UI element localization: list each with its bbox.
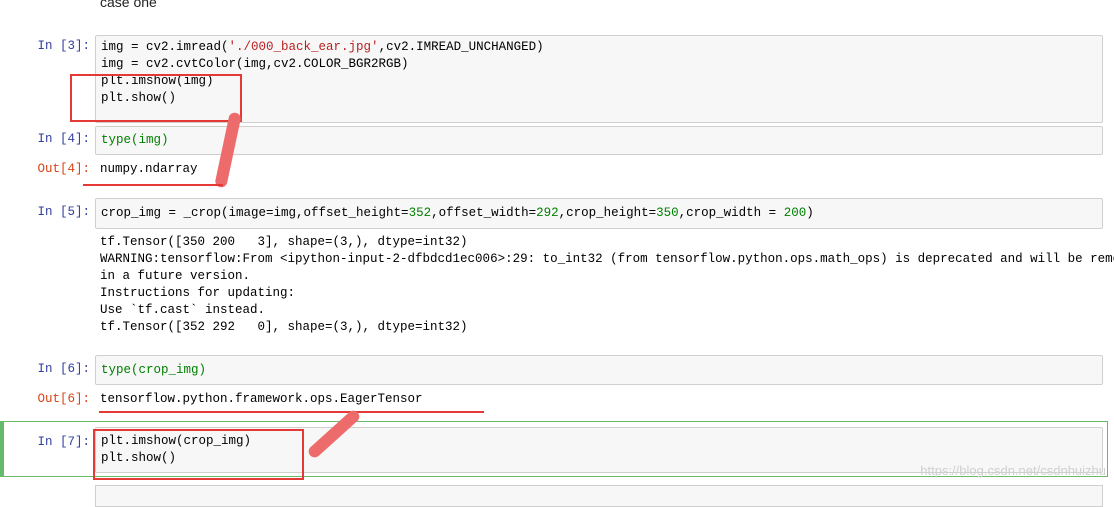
code-line: crop_img = _crop(image=img,offset_height… bbox=[101, 206, 814, 220]
stream-line: WARNING:tensorflow:From <ipython-input-2… bbox=[100, 252, 1114, 266]
annotation-box bbox=[70, 74, 242, 122]
stream-line: tf.Tensor([352 292 0], shape=(3,), dtype… bbox=[100, 320, 468, 334]
annotation-underline bbox=[99, 411, 484, 413]
output-prompt: Out[6]: bbox=[37, 392, 90, 406]
code-line: type(img) bbox=[101, 132, 169, 149]
input-prompt: In [5]: bbox=[37, 205, 90, 219]
watermark: https://blog.csdn.net/csdnhuizhu bbox=[920, 463, 1106, 478]
output-text: tensorflow.python.framework.ops.EagerTen… bbox=[100, 392, 423, 406]
builtin-type: type(img) bbox=[101, 133, 169, 147]
output-prompt: Out[4]: bbox=[37, 162, 90, 176]
code-line: img = cv2.imread('./000_back_ear.jpg',cv… bbox=[101, 40, 544, 54]
code-line: img = cv2.cvtColor(img,cv2.COLOR_BGR2RGB… bbox=[101, 57, 409, 71]
input-prompt: In [7]: bbox=[37, 435, 90, 449]
code-input-area[interactable]: type(img) bbox=[95, 126, 1103, 155]
stream-line: tf.Tensor([350 200 3], shape=(3,), dtype… bbox=[100, 235, 468, 249]
input-prompt: In [3]: bbox=[37, 39, 90, 53]
code-input-area[interactable]: crop_img = _crop(image=img,offset_height… bbox=[95, 198, 1103, 229]
builtin-type: type(crop_img) bbox=[101, 363, 207, 377]
markdown-heading: case one bbox=[100, 0, 157, 10]
code-input-area[interactable]: type(crop_img) bbox=[95, 355, 1103, 385]
annotation-box bbox=[93, 429, 304, 480]
input-prompt: In [6]: bbox=[37, 362, 90, 376]
stream-line: in a future version. bbox=[100, 269, 251, 283]
stream-line: Use `tf.cast` instead. bbox=[100, 303, 266, 317]
input-prompt: In [4]: bbox=[37, 132, 90, 146]
code-line: type(crop_img) bbox=[101, 362, 206, 379]
code-input-area[interactable]: img = cv2.imread('./000_back_ear.jpg',cv… bbox=[95, 35, 1103, 123]
next-cell-input[interactable] bbox=[95, 485, 1103, 507]
stream-line: Instructions for updating: bbox=[100, 286, 296, 300]
annotation-underline bbox=[83, 184, 223, 186]
output-text: numpy.ndarray bbox=[100, 162, 198, 176]
